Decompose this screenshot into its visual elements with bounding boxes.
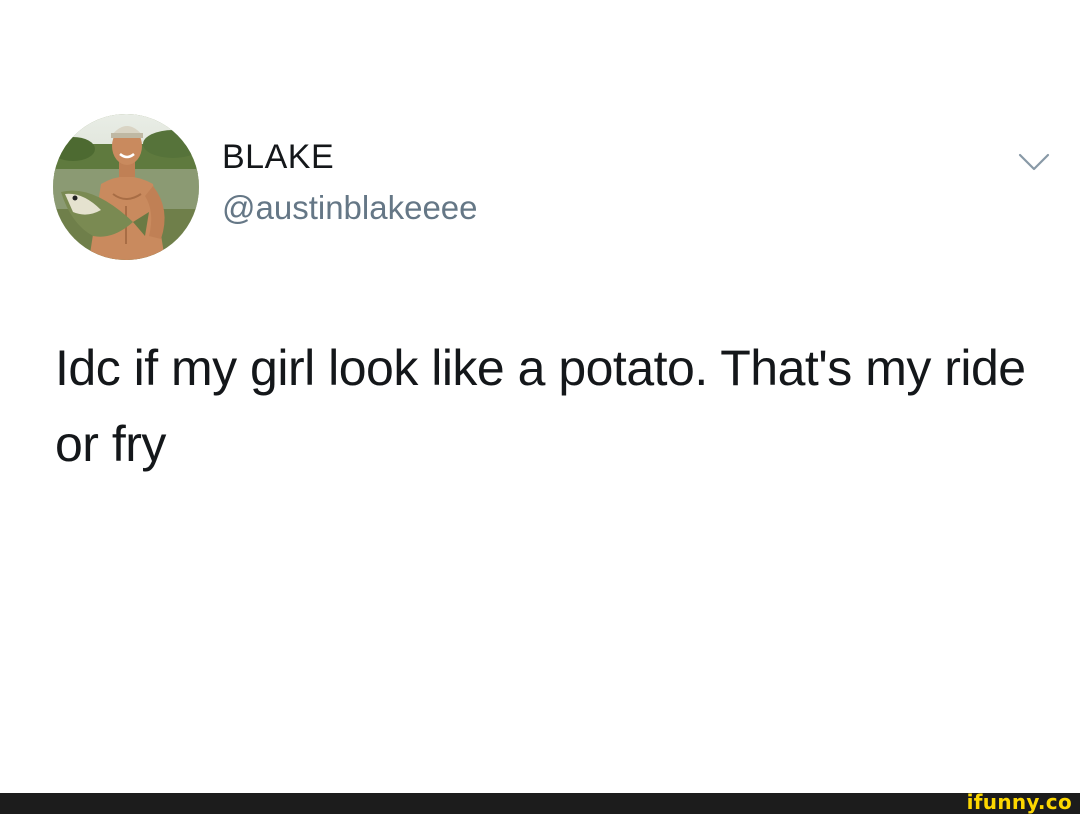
author-info: BLAKE @austinblakeeee — [222, 135, 478, 229]
tweet-text: Idc if my girl look like a potato. That'… — [55, 340, 1026, 472]
page: BLAKE @austinblakeeee Idc if my girl loo… — [0, 0, 1080, 814]
display-name[interactable]: BLAKE — [222, 135, 478, 179]
ifunny-watermark: ifunny.co — [966, 790, 1072, 814]
tweet-card: BLAKE @austinblakeeee Idc if my girl loo… — [0, 0, 1080, 793]
watermark-bar: ifunny.co — [0, 790, 1080, 814]
chevron-down-icon-graphic — [1018, 153, 1050, 171]
user-handle[interactable]: @austinblakeeee — [222, 187, 478, 229]
avatar-photo — [53, 114, 199, 260]
chevron-down-icon[interactable] — [1016, 150, 1052, 174]
profile-avatar[interactable] — [53, 114, 199, 260]
